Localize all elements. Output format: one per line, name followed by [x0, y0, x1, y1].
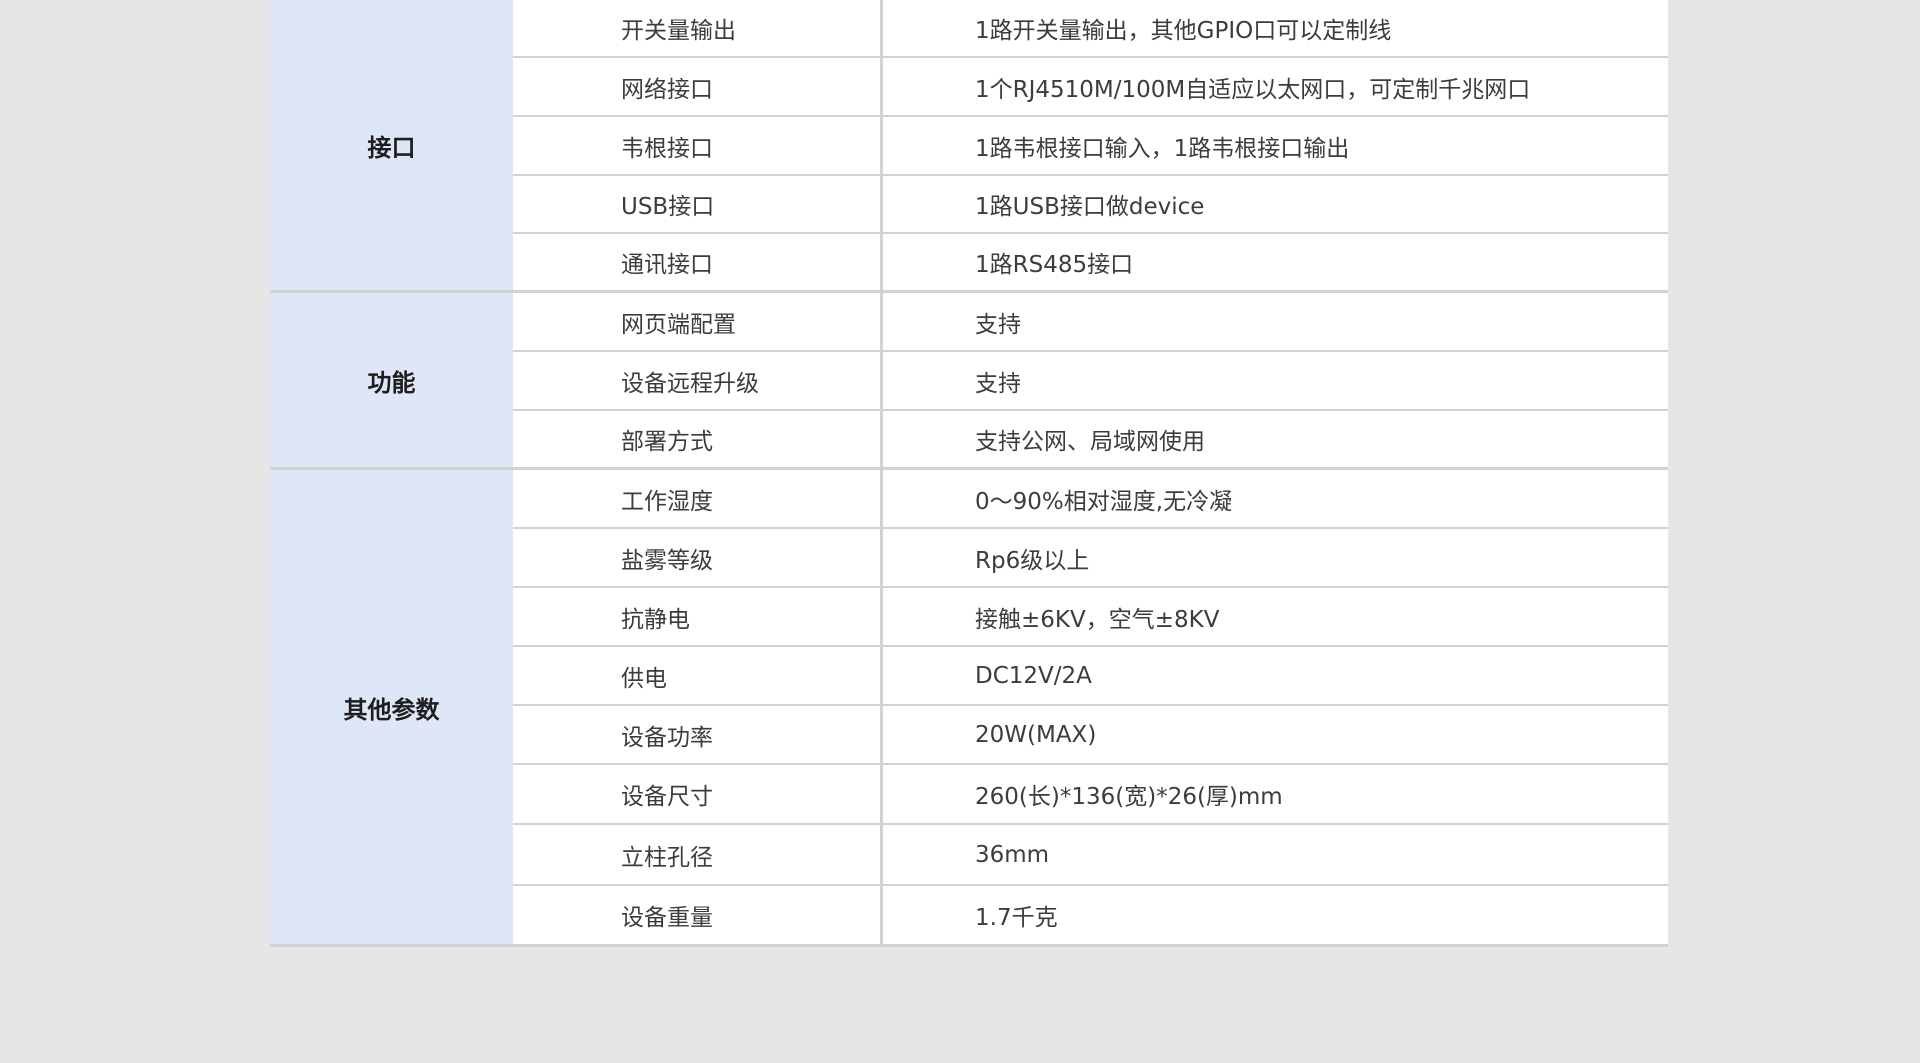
- spec-value: 1.7千克: [975, 905, 1058, 931]
- spec-key: 通讯接口: [513, 234, 883, 290]
- spec-value: 20W(MAX): [975, 721, 1097, 748]
- spec-key: USB接口: [513, 176, 883, 232]
- spec-value: 0～90%相对湿度,无冷凝: [975, 488, 1233, 515]
- spec-value: 1路韦根接口输入，1路韦根接口输出: [975, 135, 1350, 162]
- spec-key: 设备尺寸: [513, 765, 883, 823]
- spec-value: 36mm: [975, 841, 1050, 868]
- group-label: 其他参数: [270, 470, 513, 944]
- spec-value: 1路USB接口做device: [975, 194, 1205, 220]
- group-label: 接口: [270, 0, 513, 290]
- spec-value: Rp6级以上: [975, 547, 1090, 574]
- spec-row: 盐雾等级 Rp6级以上: [513, 529, 1668, 588]
- spec-key: 开关量输出: [513, 0, 883, 56]
- spec-row: USB接口 1路USB接口做device: [513, 176, 1668, 234]
- spec-row: 网页端配置 支持: [513, 293, 1668, 352]
- spec-table: 接口 开关量输出 1路开关量输出，其他GPIO口可以定制线 网络接口 1个RJ4…: [270, 0, 1668, 947]
- spec-value: 接触±6KV，空气±8KV: [975, 606, 1220, 633]
- group-rows: 开关量输出 1路开关量输出，其他GPIO口可以定制线 网络接口 1个RJ4510…: [513, 0, 1668, 290]
- group-rows: 网页端配置 支持 设备远程升级 支持 部署方式 支持公网、局域网使用: [513, 293, 1668, 467]
- spec-group-other: 其他参数 工作湿度 0～90%相对湿度,无冷凝 盐雾等级 Rp6级以上 抗静电 …: [270, 470, 1668, 944]
- spec-row: 供电 DC12V/2A: [513, 647, 1668, 706]
- spec-row: 开关量输出 1路开关量输出，其他GPIO口可以定制线: [513, 0, 1668, 58]
- spec-key: 网页端配置: [513, 293, 883, 350]
- spec-key: 部署方式: [513, 411, 883, 467]
- spec-key: 盐雾等级: [513, 529, 883, 586]
- group-label: 功能: [270, 293, 513, 467]
- spec-row: 通讯接口 1路RS485接口: [513, 234, 1668, 290]
- spec-row: 韦根接口 1路韦根接口输入，1路韦根接口输出: [513, 117, 1668, 176]
- spec-key: 立柱孔径: [513, 825, 883, 884]
- spec-row: 设备功率 20W(MAX): [513, 706, 1668, 765]
- spec-key: 设备功率: [513, 706, 883, 763]
- spec-key: 网络接口: [513, 58, 883, 115]
- spec-value: 支持: [975, 311, 1021, 338]
- spec-row: 网络接口 1个RJ4510M/100M自适应以太网口，可定制千兆网口: [513, 58, 1668, 117]
- spec-value: 支持: [975, 370, 1021, 397]
- spec-row: 设备重量 1.7千克: [513, 886, 1668, 944]
- group-rows: 工作湿度 0～90%相对湿度,无冷凝 盐雾等级 Rp6级以上 抗静电 接触±6K…: [513, 470, 1668, 944]
- spec-row: 抗静电 接触±6KV，空气±8KV: [513, 588, 1668, 647]
- spec-key: 设备远程升级: [513, 352, 883, 409]
- spec-value: 支持公网、局域网使用: [975, 429, 1205, 455]
- spec-group-function: 功能 网页端配置 支持 设备远程升级 支持 部署方式 支持公网、局域网使用: [270, 293, 1668, 470]
- spec-key: 韦根接口: [513, 117, 883, 174]
- spec-value: 1个RJ4510M/100M自适应以太网口，可定制千兆网口: [975, 76, 1531, 103]
- spec-row: 立柱孔径 36mm: [513, 825, 1668, 886]
- spec-row: 工作湿度 0～90%相对湿度,无冷凝: [513, 470, 1668, 529]
- spec-value: 260(长)*136(宽)*26(厚)mm: [975, 784, 1283, 810]
- spec-row: 设备远程升级 支持: [513, 352, 1668, 411]
- spec-key: 供电: [513, 647, 883, 704]
- spec-key: 工作湿度: [513, 470, 883, 527]
- spec-row: 设备尺寸 260(长)*136(宽)*26(厚)mm: [513, 765, 1668, 825]
- spec-key: 设备重量: [513, 886, 883, 944]
- spec-key: 抗静电: [513, 588, 883, 645]
- spec-value: 1路开关量输出，其他GPIO口可以定制线: [975, 18, 1392, 44]
- spec-value: 1路RS485接口: [975, 252, 1134, 278]
- spec-row: 部署方式 支持公网、局域网使用: [513, 411, 1668, 467]
- spec-group-interface: 接口 开关量输出 1路开关量输出，其他GPIO口可以定制线 网络接口 1个RJ4…: [270, 0, 1668, 293]
- spec-value: DC12V/2A: [975, 662, 1092, 689]
